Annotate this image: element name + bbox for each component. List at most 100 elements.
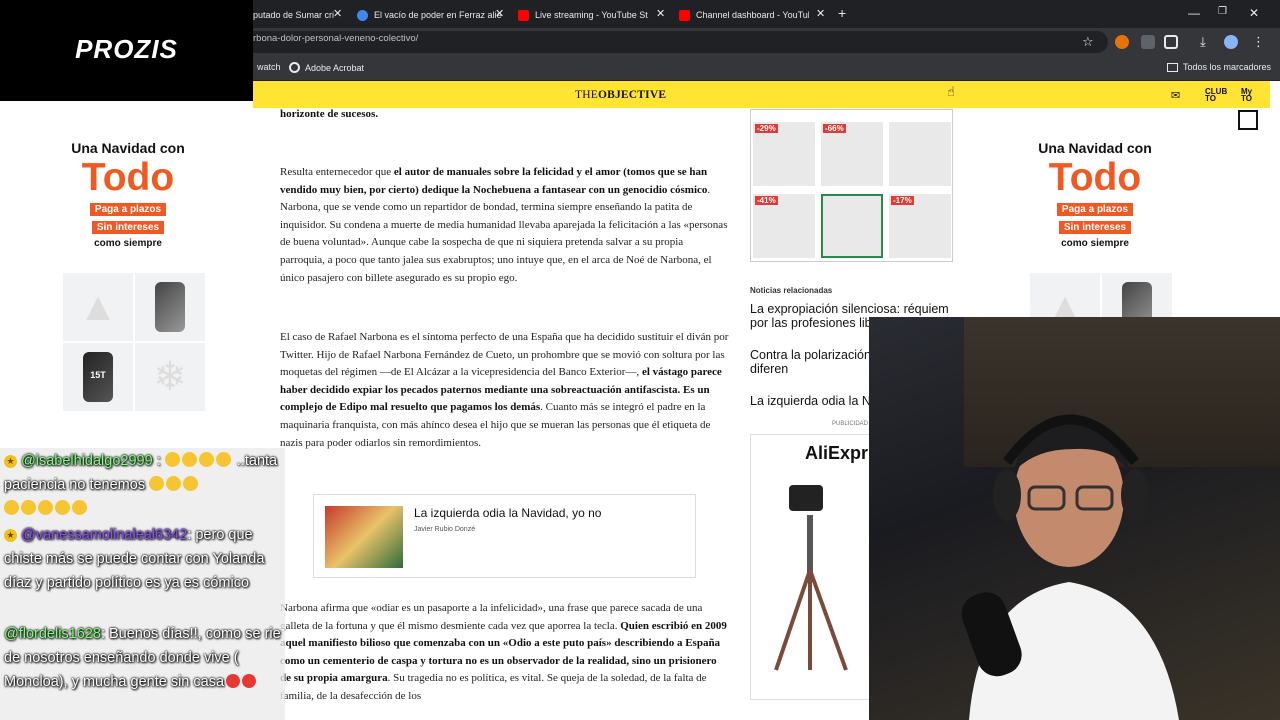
bookmark-watch[interactable]: watch: [257, 62, 281, 72]
my-to-link[interactable]: My TO: [1241, 87, 1255, 103]
sponsor-logo: PROZIS: [75, 34, 178, 64]
phone-tile: [135, 273, 205, 341]
fullscreen-icon[interactable]: [1238, 110, 1258, 130]
tab-channel-dashboard[interactable]: Channel dashboard - YouTube: [679, 4, 809, 26]
related-author: Javier Rubio Donzé: [414, 526, 476, 533]
angry-emoji-icon: [226, 674, 241, 688]
tab-vacio-poder[interactable]: El vacío de poder en Ferraz alie: [357, 4, 507, 26]
right-ad[interactable]: Una Navidad con Todo Paga a plazos Sin i…: [1020, 140, 1170, 249]
url-text[interactable]: rbona-dolor-personal-veneno-colectivo/: [253, 33, 418, 44]
left-ad-grid[interactable]: ▲ 15T ❄: [63, 273, 205, 411]
my-label: My TO: [1241, 87, 1253, 103]
left-ad[interactable]: Una Navidad con Todo Paga a plazos Sin i…: [53, 140, 203, 249]
site-logo[interactable]: THEOBJECTIVE: [575, 89, 666, 101]
more-menu-icon[interactable]: ⋮: [1252, 34, 1265, 50]
tab-label: Live streaming - YouTube Studi: [535, 10, 648, 20]
article-paragraph: horizonte de sucesos.: [280, 106, 730, 124]
emoji-icon: [4, 500, 19, 515]
chat-username: @isabelhidalgo2999: [21, 453, 153, 469]
related-title: La izquierda odia la Navidad, yo no: [414, 506, 602, 520]
window-close-icon[interactable]: ✕: [1249, 6, 1259, 20]
article-paragraph: Resulta enternecedor que el autor de man…: [280, 164, 730, 309]
product-tile: [889, 122, 951, 186]
emoji-icon: [166, 476, 182, 491]
tab-close-icon[interactable]: ✕: [816, 7, 825, 20]
chat-username: @flordelis1628: [4, 626, 101, 642]
download-icon[interactable]: ⤓: [1200, 34, 1206, 50]
article-paragraph: El caso de Rafael Narbona es el síntoma …: [280, 329, 730, 474]
aliexpress-ad[interactable]: AliExpr: [750, 434, 880, 700]
product-tile: -29%: [753, 122, 815, 186]
bookmark-label: watch: [257, 62, 281, 72]
sponsor-overlay: PROZIS: [0, 0, 253, 101]
snowflake-icon: ❄: [153, 355, 187, 399]
logo-part: THE: [575, 89, 598, 101]
emoji-icon: [215, 452, 231, 467]
maximize-icon[interactable]: ❐: [1218, 6, 1227, 17]
star-bookmark-icon[interactable]: ☆: [1082, 34, 1094, 50]
emoji-icon: [198, 452, 214, 467]
tab-close-icon[interactable]: ✕: [333, 7, 342, 20]
text-run: . Narbona, que se vende como un repartid…: [280, 183, 728, 284]
extension-icon[interactable]: [1141, 35, 1155, 49]
advertising-label: PUBLICIDAD: [832, 421, 869, 427]
globe-icon: [357, 9, 368, 21]
ad-pill: Sin intereses: [91, 221, 165, 234]
ad-pill: Paga a plazos: [89, 203, 167, 216]
related-article-card[interactable]: La izquierda odia la Navidad, yo no Javi…: [313, 494, 696, 578]
tree-icon: ▲: [78, 284, 118, 329]
chat-message: ★ @isabelhidalgo2999 : ..tanta paciencia…: [4, 449, 284, 521]
bookmark-adobe-acrobat[interactable]: Adobe Acrobat: [289, 62, 364, 73]
extension-icon[interactable]: [1115, 35, 1129, 49]
tab-label: putado de Sumar cri: [253, 10, 335, 20]
emoji-icon: [181, 452, 197, 467]
youtube-icon: [679, 9, 690, 21]
discount-badge: -41%: [755, 196, 778, 205]
tree-tile: ▲: [63, 273, 133, 341]
tab-sumar[interactable]: putado de Sumar cri: [253, 4, 335, 26]
bookmark-label: Todos los marcadores: [1183, 62, 1272, 72]
product-tile: -66%: [821, 122, 883, 186]
article-paragraph: Narbona afirma que «odiar es un pasaport…: [280, 600, 730, 706]
emoji-icon: [183, 476, 199, 491]
text-run: horizonte de sucesos.: [280, 108, 379, 120]
avatar[interactable]: [1224, 35, 1238, 49]
ad-line2: Todo: [81, 156, 175, 199]
phone-image: 15T: [83, 352, 113, 402]
related-news-header: Noticias relacionadas: [750, 286, 833, 295]
mouse-cursor-icon: ☝: [947, 84, 955, 99]
tab-live-streaming[interactable]: Live streaming - YouTube Studi: [518, 4, 648, 26]
chat-message: @flordelis1628: Buenos días!!, como se r…: [4, 622, 284, 694]
discount-badge: -29%: [755, 124, 778, 133]
emoji-icon: [149, 476, 165, 491]
acrobat-icon: [289, 62, 300, 73]
minimize-icon[interactable]: —: [1188, 6, 1200, 20]
tab-close-icon[interactable]: ✕: [495, 7, 504, 20]
product-tile: [821, 194, 883, 258]
new-tab-plus-icon[interactable]: +: [838, 5, 846, 21]
phone-image: [155, 282, 185, 332]
tripod-image: [774, 485, 848, 671]
member-badge-icon: ★: [4, 455, 17, 468]
emoji-icon: [21, 500, 36, 515]
phone-tile: 15T: [63, 343, 133, 411]
club-to-link[interactable]: CLUB TO: [1205, 88, 1227, 103]
tab-close-icon[interactable]: ✕: [656, 7, 665, 20]
product-ad[interactable]: -29% -66% -41% -17%: [750, 109, 953, 262]
ad-line1: Una Navidad con: [71, 140, 185, 156]
emoji-row: :: [157, 452, 233, 469]
phone-label: 15T: [90, 370, 106, 380]
all-bookmarks[interactable]: Todos los marcadores: [1167, 62, 1271, 72]
extensions-puzzle-icon[interactable]: [1164, 35, 1178, 49]
discount-badge: -17%: [891, 196, 914, 205]
product-tile: -41%: [753, 194, 815, 258]
emoji-icon: [72, 500, 87, 515]
ad-pill: Paga a plazos: [1056, 203, 1134, 216]
tab-label: Channel dashboard - YouTube: [696, 10, 809, 20]
logo-part: OBJECTIVE: [597, 89, 667, 101]
site-header: [253, 81, 1270, 108]
youtube-icon: [518, 9, 529, 21]
chat-message: ★ @vanessamolinaleal6342: pero que chist…: [4, 523, 284, 595]
mail-icon[interactable]: ✉: [1171, 89, 1180, 102]
bookmark-label: Adobe Acrobat: [305, 62, 365, 73]
